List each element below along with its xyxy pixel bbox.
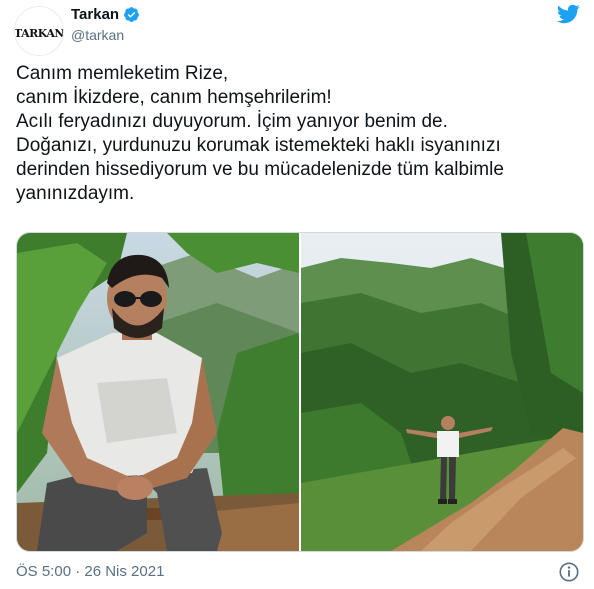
photo-man-sitting[interactable]: [17, 233, 299, 551]
tweet-line: yanınızdayım.: [16, 183, 135, 204]
tweet-line: derinden hissediyorum ve bu mücadelenizd…: [16, 159, 504, 180]
tweet-line: Doğanızı, yurdunuzu korumak istemekteki …: [16, 135, 501, 156]
twitter-bird-icon[interactable]: [556, 2, 580, 26]
tweet-line: canım İkizdere, canım hemşehrilerim!: [16, 87, 332, 108]
tweet-card: TARKAN Tarkan @tarkan Canım memleketim R…: [0, 0, 594, 589]
tarkan-logo-icon: TARKAN: [15, 7, 63, 55]
timestamp[interactable]: ÖS 5:00 · 26 Nis 2021: [16, 563, 164, 580]
display-name[interactable]: Tarkan: [71, 6, 119, 23]
photo-man-sitting-icon: [17, 233, 299, 551]
photo-man-on-road-icon: [301, 233, 583, 551]
avatar[interactable]: TARKAN: [14, 6, 64, 56]
handle[interactable]: @tarkan: [71, 27, 124, 43]
tweet-line: Canım memleketim Rize,: [16, 63, 229, 84]
tweet-text: Canım memleketim Rize, canım İkizdere, c…: [16, 62, 586, 206]
photo-man-on-road[interactable]: [301, 233, 583, 551]
tweet-line: Acılı feryadınızı duyuyorum. İçim yanıyo…: [16, 111, 448, 132]
verified-badge-icon: [124, 7, 140, 22]
name-row: Tarkan: [71, 6, 140, 23]
tweet-media: [16, 232, 584, 552]
avatar-lettering: TARKAN: [15, 27, 63, 40]
info-icon[interactable]: [558, 561, 580, 583]
